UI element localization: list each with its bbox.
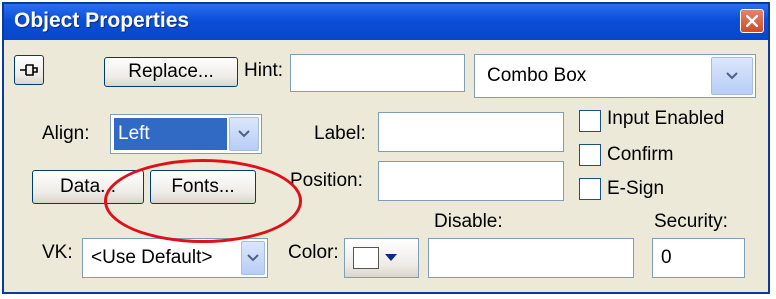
- close-icon: [746, 15, 758, 27]
- disable-input[interactable]: [428, 238, 634, 278]
- position-input[interactable]: [378, 161, 564, 201]
- chevron-down-icon: [726, 72, 738, 80]
- object-type-select[interactable]: Combo Box: [474, 54, 756, 98]
- pin-button[interactable]: [14, 55, 44, 85]
- label-input[interactable]: [378, 112, 564, 152]
- color-swatch: [353, 247, 379, 269]
- window-title: Object Properties: [14, 9, 190, 32]
- pin-icon: [20, 64, 38, 76]
- caret-down-icon: [385, 254, 397, 261]
- vk-select[interactable]: <Use Default>: [82, 238, 268, 278]
- align-label: Align:: [42, 123, 90, 144]
- e-sign-label: E-Sign: [607, 178, 665, 199]
- title-bar[interactable]: Object Properties: [4, 4, 768, 40]
- security-input[interactable]: 0: [652, 238, 745, 278]
- replace-button[interactable]: Replace...: [104, 57, 238, 87]
- chevron-down-icon: [238, 130, 250, 138]
- confirm-checkbox[interactable]: [579, 144, 601, 166]
- disable-label: Disable:: [434, 211, 503, 232]
- input-enabled-label: Input Enabled: [607, 108, 725, 129]
- e-sign-checkbox[interactable]: [579, 178, 601, 200]
- color-label: Color:: [288, 242, 339, 263]
- align-select[interactable]: Left: [110, 114, 262, 154]
- close-button[interactable]: [740, 9, 764, 33]
- vk-label: VK:: [42, 242, 73, 263]
- vk-dropdown-button[interactable]: [241, 241, 265, 275]
- confirm-label: Confirm: [607, 144, 674, 165]
- hint-input[interactable]: [290, 54, 465, 92]
- object-properties-window: Object Properties Replace... Hint: Combo…: [2, 2, 770, 294]
- hint-label: Hint:: [244, 60, 284, 81]
- vk-value: <Use Default>: [91, 247, 213, 268]
- input-enabled-checkbox[interactable]: [579, 110, 601, 132]
- align-value: Left: [114, 118, 227, 150]
- label-label: Label:: [314, 123, 366, 144]
- chevron-down-icon: [247, 254, 259, 262]
- type-dropdown-button[interactable]: [711, 57, 753, 95]
- align-dropdown-button[interactable]: [229, 117, 259, 151]
- security-label: Security:: [654, 211, 728, 232]
- color-picker[interactable]: [344, 238, 419, 278]
- annotation-circle: [104, 159, 302, 243]
- position-label: Position:: [290, 170, 363, 191]
